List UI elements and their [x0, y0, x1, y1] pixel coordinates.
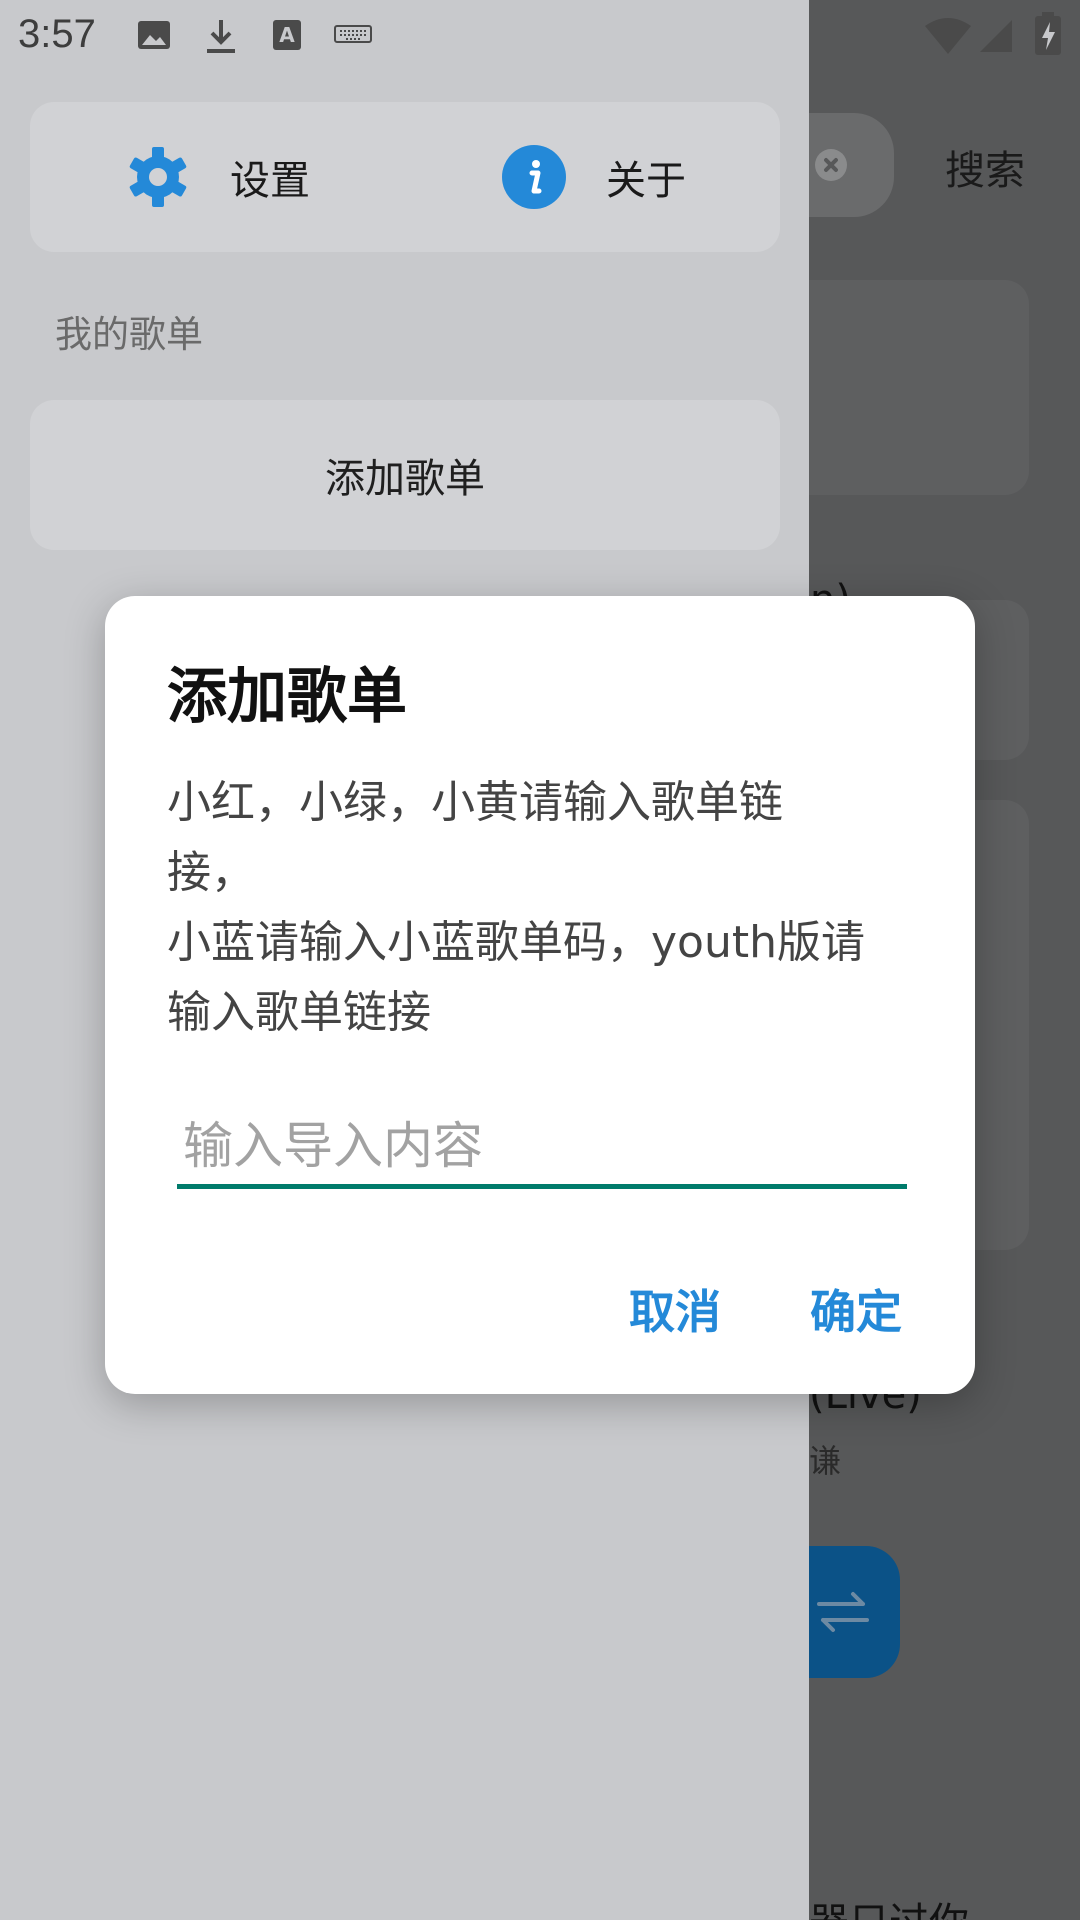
- dialog-title: 添加歌单: [167, 662, 407, 732]
- status-time: 3:57: [18, 12, 96, 56]
- svg-text:A: A: [279, 23, 295, 47]
- gear-icon: [129, 147, 187, 207]
- about-button[interactable]: 关于: [502, 102, 686, 252]
- add-playlist-dialog: 添加歌单 小红，小绿，小黄请输入歌单链 接， 小蓝请输入小蓝歌单码，youth版…: [105, 596, 975, 1394]
- background-search-button: 搜索: [945, 148, 1025, 194]
- confirm-button[interactable]: 确定: [810, 1276, 902, 1342]
- add-playlist-label: 添加歌单: [325, 456, 485, 502]
- wifi-icon: [925, 18, 971, 54]
- dialog-message-line: 接，: [167, 847, 255, 898]
- background-card: [809, 280, 1029, 495]
- cancel-button[interactable]: 取消: [629, 1276, 721, 1342]
- input-underline: [177, 1184, 907, 1189]
- shuffle-icon: [817, 1592, 869, 1632]
- settings-label: 设置: [230, 158, 310, 204]
- dialog-message-line: 小蓝请输入小蓝歌单码，youth版请: [167, 917, 865, 968]
- dialog-message-line: 小红，小绿，小黄请输入歌单链: [167, 777, 783, 828]
- drawer-menu-card: 设置 关于: [30, 102, 780, 252]
- image-notification-icon: [138, 21, 170, 49]
- keyboard-icon: [334, 25, 372, 43]
- battery-charging-icon: [1035, 12, 1061, 55]
- download-icon: [207, 20, 235, 53]
- background-bottom-text: 器只过你: [809, 1890, 969, 1920]
- add-playlist-button[interactable]: 添加歌单: [30, 400, 780, 550]
- status-bar: 3:57 A: [0, 0, 1080, 72]
- import-content-input[interactable]: [177, 1106, 907, 1186]
- background-song-artist: 谦: [809, 1442, 842, 1480]
- dialog-message: 小红，小绿，小黄请输入歌单链 接， 小蓝请输入小蓝歌单码，youth版请 输入歌…: [167, 768, 927, 1048]
- background-search-field: [809, 113, 894, 217]
- clear-icon: [815, 149, 847, 181]
- about-label: 关于: [606, 158, 686, 204]
- settings-button[interactable]: 设置: [126, 102, 310, 252]
- dialog-message-line: 输入歌单链接: [167, 987, 431, 1038]
- background-shuffle-button: [809, 1546, 900, 1678]
- info-icon: [502, 145, 566, 209]
- text-format-icon: A: [273, 20, 301, 50]
- my-playlists-heading: 我的歌单: [55, 313, 203, 356]
- cellular-signal-icon: [980, 20, 1012, 52]
